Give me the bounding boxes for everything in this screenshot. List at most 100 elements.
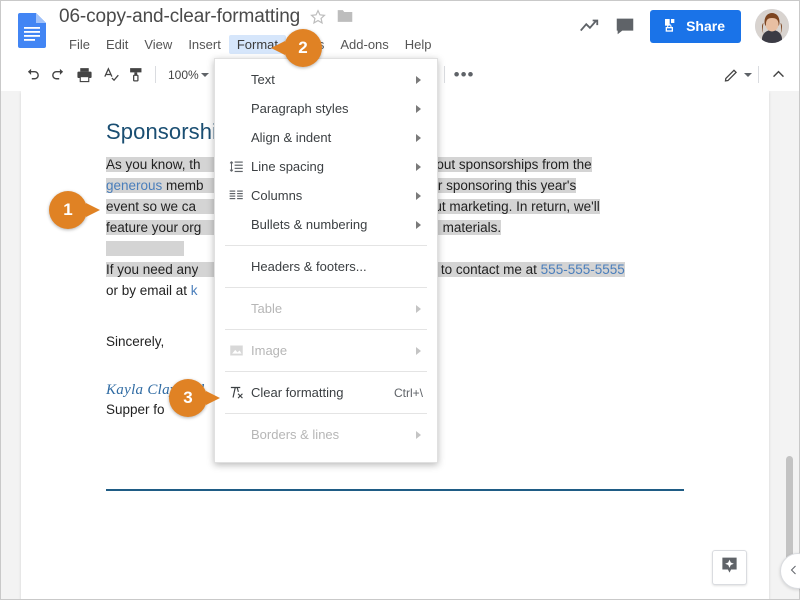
menu-item-label: Align & indent: [251, 130, 332, 145]
menu-item-label: Image: [251, 343, 288, 358]
menu-insert[interactable]: Insert: [180, 35, 229, 54]
menu-item-borders-lines: Borders & lines: [215, 420, 437, 449]
clear-formatting-icon: [225, 385, 247, 400]
submenu-arrow-icon: [416, 133, 421, 142]
menu-item-label: Text: [251, 72, 275, 87]
share-lock-icon: [663, 17, 679, 36]
menu-item-shortcut: Ctrl+\: [393, 385, 423, 400]
menu-item-image: Image: [215, 336, 437, 365]
para2-line1-b: ee to contact me at: [422, 262, 541, 277]
menu-item-label: Table: [251, 301, 283, 316]
document-title[interactable]: 06-copy-and-clear-formatting: [59, 6, 300, 28]
columns-icon: [225, 188, 247, 203]
comment-icon[interactable]: [614, 15, 636, 37]
more-options-icon[interactable]: •••: [451, 62, 477, 88]
submenu-arrow-icon: [416, 346, 421, 355]
menu-item-headers-footers[interactable]: Headers & footers...: [215, 252, 437, 281]
menu-item-line-spacing[interactable]: Line spacing: [215, 152, 437, 181]
para1-line3-a: event so we ca: [106, 199, 197, 214]
callout-tail: [206, 391, 220, 405]
format-dropdown-menu[interactable]: Text Paragraph styles Align & indent Lin…: [214, 58, 438, 463]
undo-icon[interactable]: [19, 62, 45, 88]
callout-tail: [271, 41, 285, 55]
chevron-down-icon: [200, 72, 209, 77]
callout-badge-3: 3: [169, 379, 220, 417]
google-docs-icon[interactable]: [17, 12, 47, 48]
menu-item-clear-formatting[interactable]: Clear formatting Ctrl+\: [215, 378, 437, 407]
menu-view[interactable]: View: [136, 35, 180, 54]
redo-icon[interactable]: [45, 62, 71, 88]
pencil-edit-icon[interactable]: [718, 62, 744, 88]
share-button[interactable]: Share: [650, 9, 741, 43]
para2-line2-a: or by email at: [106, 283, 191, 298]
chevron-left-icon: [788, 563, 800, 579]
header-actions: Share: [578, 9, 789, 43]
submenu-arrow-icon: [416, 104, 421, 113]
para1-line2-a: generous: [106, 178, 163, 193]
menu-file[interactable]: File: [61, 35, 98, 54]
menu-separator: [225, 329, 427, 330]
ellipsis-glyph: •••: [453, 64, 475, 84]
app-header: 06-copy-and-clear-formatting File Edit V…: [1, 1, 799, 58]
submenu-arrow-icon: [416, 162, 421, 171]
menu-addons[interactable]: Add-ons: [332, 35, 396, 54]
toolbar-divider: [155, 66, 156, 83]
title-row: 06-copy-and-clear-formatting: [59, 6, 354, 28]
menu-item-label: Bullets & numbering: [251, 217, 368, 232]
callout-number: 3: [183, 388, 193, 407]
menu-item-label: Clear formatting: [251, 385, 344, 400]
menu-item-label: Line spacing: [251, 159, 324, 174]
menu-item-label: Headers & footers...: [251, 259, 367, 274]
menu-item-label: Borders & lines: [251, 427, 340, 442]
menu-separator: [225, 413, 427, 414]
menu-item-align-indent[interactable]: Align & indent: [215, 123, 437, 152]
activity-trend-icon[interactable]: [578, 15, 600, 37]
chevron-down-icon[interactable]: [744, 72, 752, 77]
submenu-arrow-icon: [416, 430, 421, 439]
menu-item-table: Table: [215, 294, 437, 323]
menu-item-paragraph-styles[interactable]: Paragraph styles: [215, 94, 437, 123]
email-link[interactable]: k: [191, 283, 198, 298]
star-outline-icon[interactable]: [309, 8, 327, 26]
submenu-arrow-icon: [416, 75, 421, 84]
menu-item-bullets-numbering[interactable]: Bullets & numbering: [215, 210, 437, 239]
menu-help[interactable]: Help: [397, 35, 440, 54]
menu-item-label: Columns: [251, 188, 303, 203]
menu-separator: [225, 245, 427, 246]
user-avatar[interactable]: [755, 9, 789, 43]
menu-item-label: Paragraph styles: [251, 101, 349, 116]
explore-icon: [720, 556, 739, 580]
horizontal-rule: [106, 489, 684, 491]
menu-item-columns[interactable]: Columns: [215, 181, 437, 210]
toolbar-divider: [758, 66, 759, 83]
explore-button[interactable]: [712, 550, 747, 585]
callout-number: 1: [63, 200, 73, 219]
menu-bar: File Edit View Insert Format Tools Add-o…: [61, 35, 440, 54]
menu-edit[interactable]: Edit: [98, 35, 136, 54]
zoom-selector[interactable]: 100%: [162, 68, 209, 82]
submenu-arrow-icon: [416, 220, 421, 229]
print-icon[interactable]: [71, 62, 97, 88]
folder-icon[interactable]: [336, 8, 354, 26]
callout-number: 2: [298, 38, 308, 57]
menu-separator: [225, 371, 427, 372]
para1-line1-a: As you know, th: [106, 157, 201, 172]
toolbar-divider: [444, 66, 446, 83]
menu-item-text[interactable]: Text: [215, 65, 437, 94]
line-spacing-icon: [225, 159, 247, 174]
para1-line4-a: feature your org: [106, 220, 202, 235]
menu-separator: [225, 287, 427, 288]
chevron-up-icon[interactable]: [765, 62, 791, 88]
callout-badge-1: 1: [49, 191, 100, 229]
callout-badge-2: 2: [271, 29, 322, 67]
paint-format-icon[interactable]: [123, 62, 149, 88]
para1-line1-b: without sponsorships from the: [412, 157, 592, 172]
para2-line1-a: If you need any: [106, 262, 199, 277]
google-docs-window: 06-copy-and-clear-formatting File Edit V…: [0, 0, 800, 600]
spellcheck-icon[interactable]: [97, 62, 123, 88]
para1-line2-b: memb: [162, 178, 204, 193]
phone-number[interactable]: 555-555-5555: [540, 262, 625, 277]
submenu-arrow-icon: [416, 304, 421, 313]
submenu-arrow-icon: [416, 191, 421, 200]
share-button-label: Share: [686, 18, 725, 34]
